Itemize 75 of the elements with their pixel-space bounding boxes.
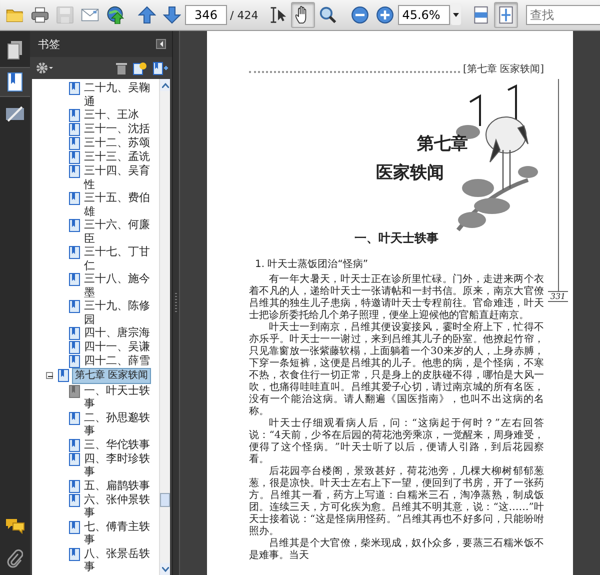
chevron-down-icon bbox=[162, 566, 168, 572]
collapse-panel-button[interactable] bbox=[156, 39, 166, 49]
section-heading: 一、叶天士轶事 bbox=[354, 230, 440, 247]
fit-width-icon bbox=[472, 6, 490, 24]
body-paragraph: 叶天士仔细观看病人后，问：“这病起于何时？”左右回答说：“4天前，少爷在后园的荷花池旁乘凉，一觉醒来，周身难受，便得了这个怪病。”叶天士听了以后，便请人引路，到后花园察看。 bbox=[249, 418, 544, 466]
add-bookmark-icon bbox=[153, 62, 168, 74]
bookmark-item[interactable]: 三十九、陈修园 bbox=[69, 299, 159, 326]
search-field[interactable]: 查找 bbox=[526, 5, 600, 25]
text-cursor-arrow-icon bbox=[269, 6, 288, 24]
running-head: [第七章 医家轶闻] bbox=[463, 62, 544, 76]
down-arrow-icon bbox=[163, 6, 181, 24]
bookmark-item[interactable]: 三、华佗轶事 bbox=[69, 438, 159, 452]
hand-button[interactable] bbox=[291, 2, 316, 28]
bookmark-item[interactable]: 二、孙思邈轶事 bbox=[69, 410, 159, 438]
bookmark-item[interactable]: 一、叶天士轶事 bbox=[69, 384, 159, 410]
body-paragraph: 有一年大暑天，叶天士正在诊所里忙碌。门外，走进来两个衣着不凡的人，递给叶天士一张请帖和一封书信。原来，南京大官僚吕维其的独生儿子患病，特邀请叶天士专程前往。官命难违，叶天士把诊所委托给几个弟子照理，便坐上迎候他的官船直赶南京。 bbox=[249, 274, 544, 322]
expand-bookmark-button[interactable] bbox=[153, 62, 168, 74]
scroll-down-button[interactable] bbox=[160, 563, 170, 575]
bookmark-item[interactable]: 三十七、丁甘仁 bbox=[69, 245, 159, 272]
body-paragraph: 后花园亭台楼阁，景致甚好，荷花池旁，几棵大柳树郁郁葱葱，很是凉快。叶天士左右上下一望，便回到了书房，开了一张药方。吕维其一看，药方上写道：白糯米三石，淘净蒸熟，制成饭团。连续三天，方可化疾为愈。吕维其不明其意，说：“这……”叶天士接着说：“这是怪病用怪药。”吕维其再也不好多问，只能吩咐照办。 bbox=[249, 466, 544, 538]
new-bookmark-button[interactable] bbox=[133, 62, 147, 74]
body-paragraph: 吕维其是个大官僚，柴米现成，奴仆众多，要蒸三石糯米饭不是难事。当天 bbox=[249, 538, 544, 562]
bookmark-item[interactable]: 三十六、何廉臣 bbox=[69, 218, 159, 245]
pages-icon bbox=[7, 40, 23, 60]
trash-icon bbox=[116, 62, 127, 74]
bookmark-item[interactable]: 二十九、吴鞠通 bbox=[69, 81, 159, 108]
bookmark-item[interactable]: 三十五、费伯雄 bbox=[69, 191, 159, 218]
bookmark-page-icon bbox=[7, 72, 23, 92]
bookmark-item[interactable]: 六、张仲景轶事 bbox=[69, 492, 159, 520]
plus-icon bbox=[376, 6, 394, 24]
bookmark-item[interactable]: 四十二、薛雪 bbox=[69, 354, 159, 368]
bookmark-item[interactable]: 四十、唐宗海 bbox=[69, 326, 159, 340]
bookmark-item[interactable]: 三十、王冰 bbox=[69, 108, 159, 122]
speech-bubbles-icon bbox=[5, 518, 25, 534]
chapter-number: 第七章 bbox=[417, 133, 468, 155]
pen-signature-icon bbox=[5, 105, 25, 123]
bookmark-item[interactable]: 第七章 医家轶闻 bbox=[72, 368, 152, 384]
zoom-field[interactable]: 45.6% bbox=[398, 5, 450, 25]
bookmarks-panel-button[interactable] bbox=[0, 67, 30, 97]
bookmark-item[interactable]: 七、傅青主轶事 bbox=[69, 520, 159, 546]
panel-title: 书签 bbox=[38, 36, 60, 52]
magnifier-icon bbox=[319, 6, 338, 24]
delete-bookmark-button[interactable] bbox=[116, 62, 127, 74]
body-paragraph: 叶天士一到南京，吕维其便设宴接风，霎时全府上下，忙得不亦乐乎。叶天士一一谢过，来到吕维其儿子的卧室。他撩起竹帘，只见靠窗放一张紫藤软榻，上面躺着一个30来岁的人，上身赤膊，下穿一条短裤，这便是吕维其的儿子。他患的病，是个怪病，不寒不热，衣食住行一切正常，只是身上的皮肤碰不得，哪怕是大风一吹，也痛得哇哇直叫。吕维其爱子心切，请过南京城的所有名医，没有一个能治这病。请人翻遍《国医指南》，也叫不出这病的名称。 bbox=[249, 322, 544, 418]
options-button[interactable] bbox=[36, 62, 54, 74]
page-number: 331 bbox=[548, 291, 568, 302]
new-bookmark-icon bbox=[133, 62, 147, 74]
collapse-toggle[interactable] bbox=[46, 372, 53, 380]
bookmark-item[interactable]: 五、扁鹊轶事 bbox=[69, 478, 159, 492]
bookmark-item[interactable]: 八、张景岳轶事 bbox=[69, 546, 159, 574]
fit-page-button[interactable] bbox=[494, 2, 518, 28]
chapter-title: 医家轶闻 bbox=[376, 162, 444, 184]
globe-icon bbox=[106, 6, 124, 24]
bookmark-item[interactable]: 三十八、施今墨 bbox=[69, 272, 159, 299]
paperclip-icon bbox=[7, 548, 23, 568]
envelope-icon bbox=[81, 6, 99, 24]
page-count: / 424 bbox=[230, 8, 258, 22]
bookmark-icon bbox=[58, 369, 69, 382]
scroll-up-button[interactable] bbox=[160, 79, 170, 91]
printer-icon bbox=[31, 6, 49, 24]
bookmark-item[interactable]: 三十四、吴育性 bbox=[69, 164, 159, 191]
chevron-up-icon bbox=[162, 82, 168, 88]
scrollbar-thumb[interactable] bbox=[160, 493, 170, 507]
bookmark-item[interactable]: 四十一、吴谦 bbox=[69, 340, 159, 354]
bookmark-item[interactable]: 四、李时珍轶事 bbox=[69, 452, 159, 478]
up-arrow-icon bbox=[138, 6, 156, 24]
bookmark-item[interactable]: 三十二、苏颂 bbox=[69, 136, 159, 150]
zoom-dropdown-button[interactable] bbox=[451, 5, 462, 25]
gear-icon bbox=[36, 62, 54, 74]
bookmark-item[interactable]: 三十三、孟诜 bbox=[69, 150, 159, 164]
subsection-heading: 1. 叶天士蒸饭团治“怪病” bbox=[255, 258, 370, 271]
page-number-field[interactable]: 346 bbox=[185, 5, 227, 25]
minus-icon bbox=[351, 6, 370, 24]
fit-page-icon bbox=[497, 6, 516, 24]
bookmark-item[interactable]: 三十一、沈括 bbox=[69, 122, 159, 136]
